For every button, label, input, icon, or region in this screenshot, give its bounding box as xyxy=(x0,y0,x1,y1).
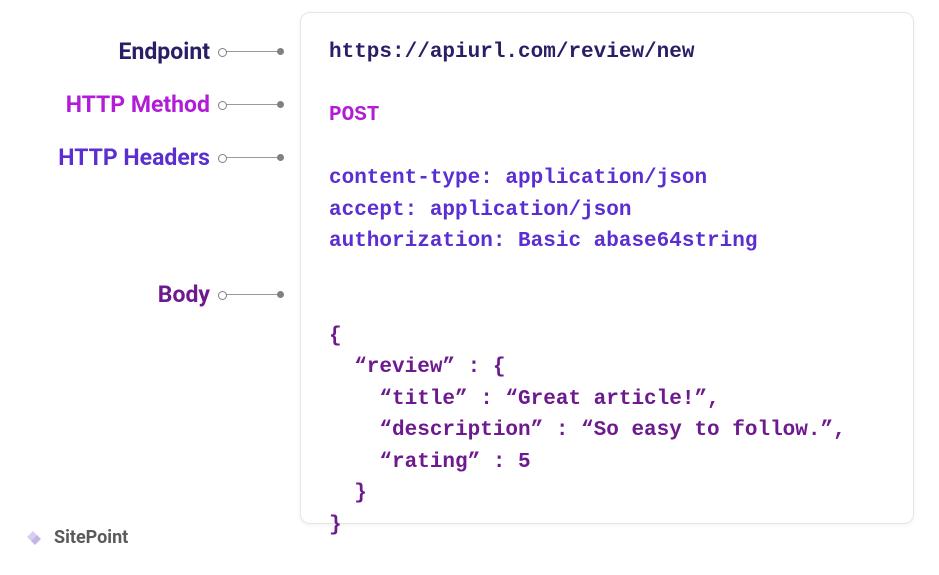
connector-icon xyxy=(222,157,280,158)
brand-footer: SitePoint xyxy=(22,525,128,549)
blank-line xyxy=(329,258,885,290)
body-line: } xyxy=(329,510,885,542)
label-column: Endpoint HTTP Method HTTP Headers Body xyxy=(0,30,280,308)
body-line: { xyxy=(329,321,885,353)
body-line: “title” : “Great article!”, xyxy=(329,384,885,416)
blank-line xyxy=(329,69,885,101)
sitepoint-logo-icon xyxy=(22,525,46,549)
label-headers-row: HTTP Headers xyxy=(0,144,280,171)
body-line: “description” : “So easy to follow.”, xyxy=(329,415,885,447)
label-endpoint-row: Endpoint xyxy=(0,38,280,65)
connector-icon xyxy=(222,51,280,52)
connector-icon xyxy=(222,294,280,295)
connector-icon xyxy=(222,104,280,105)
label-method-row: HTTP Method xyxy=(0,91,280,118)
body-line: “rating” : 5 xyxy=(329,447,885,479)
label-method: HTTP Method xyxy=(66,91,210,118)
endpoint-line: https://apiurl.com/review/new xyxy=(329,37,885,69)
request-card: https://apiurl.com/review/new POST conte… xyxy=(300,12,914,524)
method-line: POST xyxy=(329,100,885,132)
label-body-row: Body xyxy=(0,281,280,308)
body-line: “review” : { xyxy=(329,352,885,384)
blank-line xyxy=(329,289,885,321)
brand-name: SitePoint xyxy=(54,527,128,548)
label-body: Body xyxy=(158,281,210,308)
header-line: accept: application/json xyxy=(329,195,885,227)
label-endpoint: Endpoint xyxy=(119,38,210,65)
body-line: } xyxy=(329,478,885,510)
header-line: authorization: Basic abase64string xyxy=(329,226,885,258)
blank-line xyxy=(329,132,885,164)
header-line: content-type: application/json xyxy=(329,163,885,195)
label-headers: HTTP Headers xyxy=(58,144,210,171)
